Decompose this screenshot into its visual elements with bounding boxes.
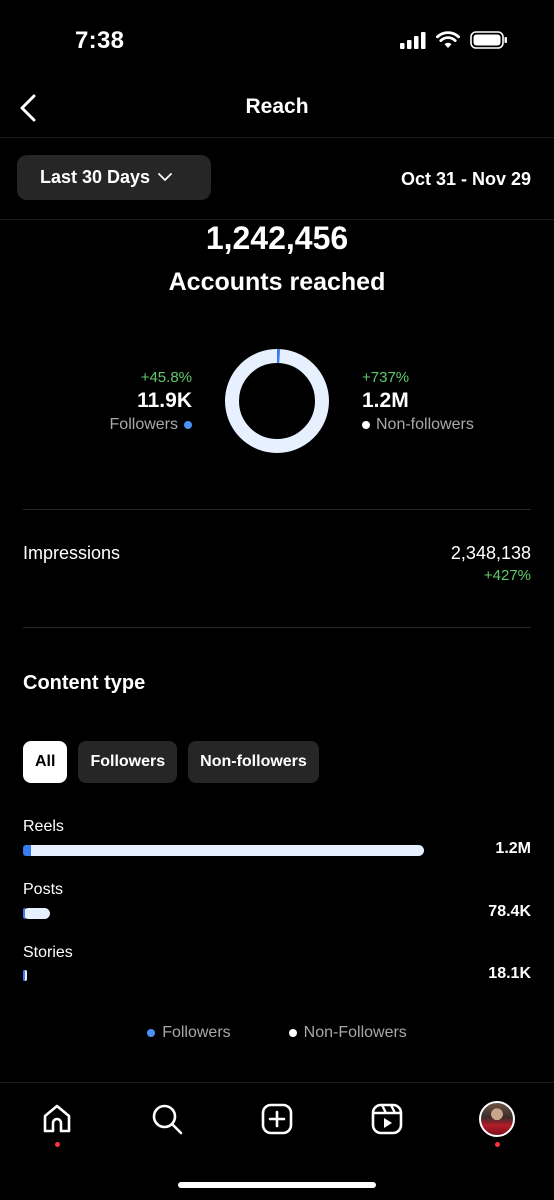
non-followers-change: +737% — [362, 369, 410, 386]
followers-label: Followers — [109, 416, 178, 433]
reels-bar-non-followers — [23, 845, 424, 856]
create-icon — [261, 1103, 293, 1135]
chip-all[interactable]: All — [23, 741, 68, 783]
chip-followers[interactable]: Followers — [78, 741, 178, 783]
stories-value: 18.1K — [488, 965, 531, 982]
date-range-dropdown[interactable]: Last 30 Days — [17, 155, 211, 200]
divider — [23, 509, 531, 510]
reels-bar — [23, 845, 424, 856]
impressions-label: Impressions — [23, 543, 121, 563]
legend-non-followers-dot — [288, 1029, 297, 1037]
home-icon — [43, 1104, 71, 1133]
status-time: 7:38 — [75, 27, 125, 54]
followers-change: +45.8% — [140, 369, 192, 386]
reels-icon — [371, 1103, 403, 1135]
posts-bar-non-followers — [23, 908, 50, 919]
non-followers-value: 1.2M — [362, 389, 409, 412]
non-followers-summary: +737% 1.2M Non-followers — [362, 368, 474, 436]
content-type-legend: Followers Non-Followers — [0, 1024, 554, 1042]
accounts-reached-label: Accounts reached — [168, 268, 386, 296]
non-followers-label: Non-followers — [376, 416, 474, 433]
reels-value: 1.2M — [495, 840, 531, 857]
page-title: Reach — [245, 95, 309, 118]
profile-avatar — [479, 1101, 515, 1137]
cellular-signal-icon — [400, 31, 426, 49]
divider — [23, 627, 531, 628]
audience-filter-chips: All Followers Non-followers — [23, 741, 319, 783]
battery-icon — [470, 31, 507, 49]
tab-home[interactable] — [37, 1099, 77, 1139]
chip-non-followers[interactable]: Non-followers — [188, 741, 319, 783]
status-icons — [400, 31, 508, 49]
reach-donut-chart — [225, 349, 329, 453]
profile-notification-dot — [495, 1142, 500, 1147]
followers-legend-dot — [184, 421, 192, 429]
chevron-down-icon — [158, 173, 172, 181]
home-notification-dot — [55, 1142, 60, 1147]
content-type-title: Content type — [23, 672, 146, 694]
non-followers-legend-dot — [362, 421, 370, 429]
reels-label: Reels — [23, 818, 64, 835]
tab-reels[interactable] — [367, 1099, 407, 1139]
legend-followers-label: Followers — [162, 1024, 231, 1041]
posts-bar-followers — [23, 908, 25, 919]
tab-profile[interactable] — [477, 1099, 517, 1139]
legend-followers-dot — [147, 1029, 156, 1037]
search-icon — [152, 1104, 183, 1135]
status-bar: 7:38 — [0, 0, 554, 80]
header: Reach — [0, 80, 554, 138]
legend-non-followers-label: Non-Followers — [303, 1024, 407, 1041]
followers-value: 11.9K — [137, 389, 192, 412]
donut-non-followers-arc — [225, 349, 329, 453]
stories-bar-followers — [23, 970, 25, 981]
accounts-reached-value: 1,242,456 — [205, 220, 349, 256]
posts-bar — [23, 908, 424, 919]
home-indicator — [178, 1182, 376, 1188]
stories-label: Stories — [23, 944, 73, 961]
impressions-change: +427% — [483, 567, 531, 584]
tab-search[interactable] — [147, 1099, 187, 1139]
date-range-dropdown-label: Last 30 Days — [40, 167, 151, 187]
impressions-value: 2,348,138 — [450, 543, 531, 563]
posts-value: 78.4K — [488, 903, 531, 920]
posts-label: Posts — [23, 881, 64, 898]
stories-bar — [23, 970, 424, 981]
reels-bar-followers — [23, 845, 31, 856]
tab-create[interactable] — [257, 1099, 297, 1139]
wifi-icon — [436, 31, 460, 48]
followers-summary: +45.8% 11.9K Followers — [110, 368, 192, 436]
date-range-text: Oct 31 - Nov 29 — [400, 169, 531, 189]
filter-row: Last 30 Days Oct 31 - Nov 29 — [0, 138, 554, 220]
